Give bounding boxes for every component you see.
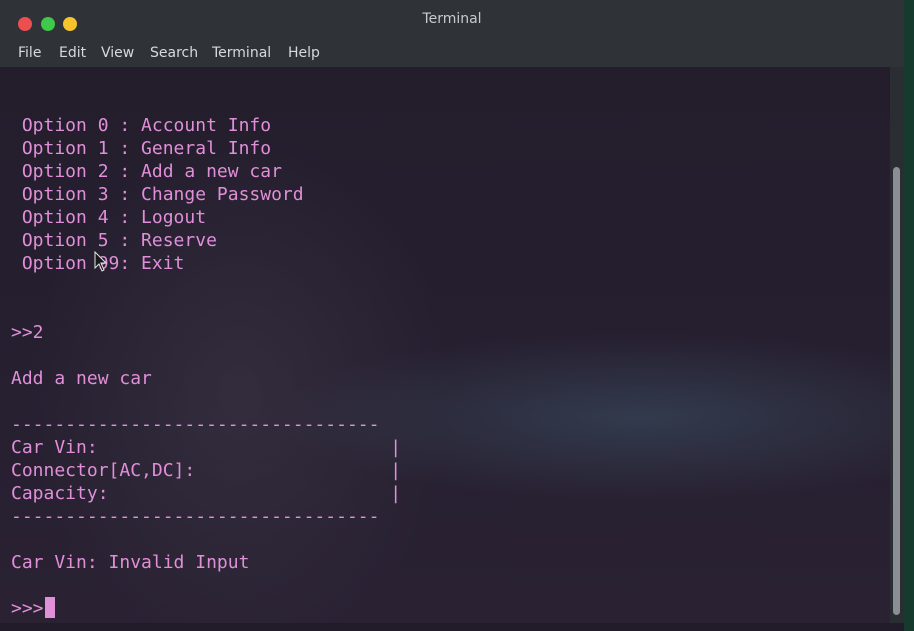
prompt-text: >>> xyxy=(11,598,44,619)
command-prompt[interactable]: >>> xyxy=(11,597,55,620)
menu-bar: File Edit View Search Terminal Help xyxy=(0,40,904,67)
menu-option-2: Option 2 : Add a new car xyxy=(11,161,282,182)
menu-file[interactable]: File xyxy=(18,45,41,61)
form-row-car-vin: Car Vin: | xyxy=(11,437,402,458)
mouse-pointer-icon xyxy=(94,251,108,272)
text-cursor xyxy=(44,597,55,618)
section-heading: Add a new car xyxy=(11,368,152,389)
menu-option-5: Option 5 : Reserve xyxy=(11,230,217,251)
menu-search[interactable]: Search xyxy=(150,45,198,61)
menu-edit[interactable]: Edit xyxy=(59,45,86,61)
menu-help[interactable]: Help xyxy=(288,45,320,61)
form-row-capacity: Capacity: | xyxy=(11,483,402,504)
input-echo: >>2 xyxy=(11,322,44,343)
scrollbar-thumb[interactable] xyxy=(893,167,900,615)
menu-view[interactable]: View xyxy=(101,45,134,61)
error-message: Car Vin: Invalid Input xyxy=(11,552,250,573)
form-border-bottom: ---------------------------------- xyxy=(11,506,380,527)
menu-option-1: Option 1 : General Info xyxy=(11,138,272,159)
title-bar[interactable]: Terminal xyxy=(0,0,904,40)
menu-option-0: Option 0 : Account Info xyxy=(11,115,272,136)
terminal-output[interactable]: Option 0 : Account Info Option 1 : Gener… xyxy=(0,67,890,623)
menu-option-3: Option 3 : Change Password xyxy=(11,184,304,205)
menu-option-4: Option 4 : Logout xyxy=(11,207,207,228)
form-border-top: ---------------------------------- xyxy=(11,414,380,435)
desktop-background xyxy=(904,0,914,631)
terminal-window: Terminal File Edit View Search Terminal … xyxy=(0,0,904,631)
menu-terminal[interactable]: Terminal xyxy=(212,45,271,61)
window-title: Terminal xyxy=(422,11,482,27)
form-row-connector: Connector[AC,DC]: | xyxy=(11,460,402,481)
vertical-scrollbar[interactable] xyxy=(890,67,904,623)
